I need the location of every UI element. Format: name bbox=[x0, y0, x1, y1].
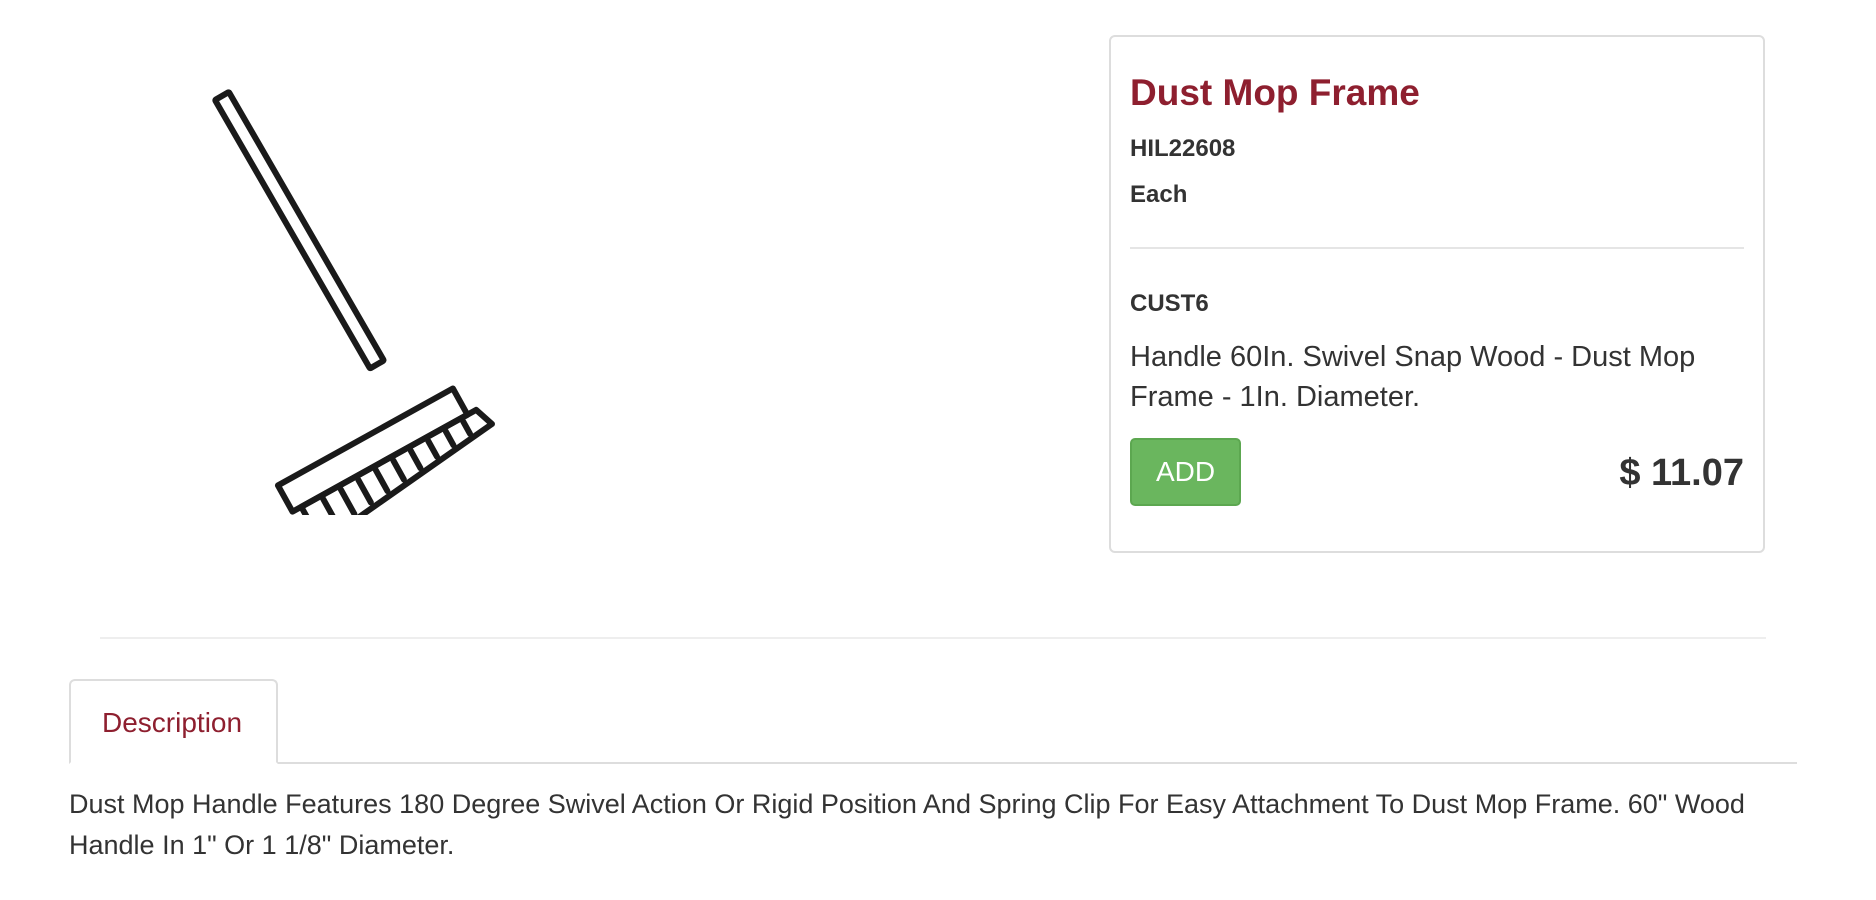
product-page: Dust Mop Frame HIL22608 Each CUST6 Handl… bbox=[0, 0, 1876, 900]
card-divider bbox=[1130, 247, 1744, 249]
customer-code: CUST6 bbox=[1130, 290, 1209, 317]
product-price: $ 11.07 bbox=[1619, 452, 1744, 494]
product-tabs: Description bbox=[69, 679, 1797, 764]
tab-description[interactable]: Description bbox=[69, 679, 278, 764]
section-divider bbox=[100, 637, 1766, 639]
product-title: Dust Mop Frame bbox=[1130, 72, 1420, 113]
unit-of-measure: Each bbox=[1130, 181, 1188, 208]
tab-description-label: Description bbox=[102, 707, 243, 738]
product-long-description: Dust Mop Handle Features 180 Degree Swiv… bbox=[69, 789, 1745, 860]
product-sku: HIL22608 bbox=[1130, 135, 1236, 162]
tabs-baseline bbox=[69, 762, 1797, 764]
product-card: Dust Mop Frame HIL22608 Each CUST6 Handl… bbox=[1109, 35, 1765, 553]
add-to-cart-button[interactable]: ADD bbox=[1130, 438, 1241, 506]
product-image bbox=[190, 85, 540, 540]
dust-mop-icon bbox=[212, 89, 495, 540]
product-short-description: Handle 60In. Swivel Snap Wood - Dust Mop… bbox=[1130, 341, 1696, 413]
